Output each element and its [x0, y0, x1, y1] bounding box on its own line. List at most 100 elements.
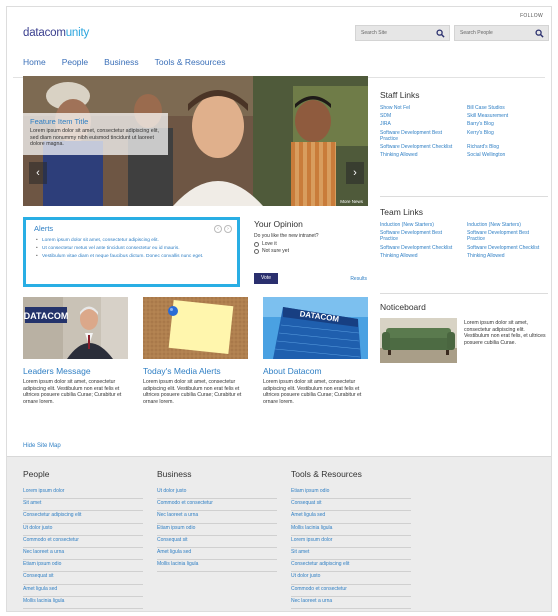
hero-caption: Feature Item Title Lorem ipsum dolor sit… — [23, 113, 168, 155]
search-icon[interactable] — [535, 29, 544, 38]
footer-link[interactable]: Mollis lacinia ligula — [157, 560, 277, 573]
footer-tools: Tools & Resources Etiam ipsum odio Conseq… — [291, 469, 411, 609]
building-photo: DATACOM — [263, 297, 368, 359]
footer-link[interactable]: Lorem ipsum dolor — [23, 487, 143, 500]
poll-option-love[interactable]: Love it — [254, 241, 367, 248]
staff-links-link[interactable]: Kerry's Blog — [467, 130, 548, 142]
alerts-list: Lorem ipsum dolor sit amet, consectetur … — [34, 237, 229, 261]
follow-link[interactable]: FOLLOW — [520, 13, 543, 19]
footer-link[interactable]: Etiam ipsum odio — [157, 524, 277, 536]
nav-home[interactable]: Home — [23, 57, 46, 67]
poll-option-unsure[interactable]: Not sure yet — [254, 248, 367, 255]
staff-links-link[interactable]: Skill Measurement — [467, 113, 548, 119]
hide-site-map-link[interactable]: Hide Site Map — [23, 443, 61, 449]
staff-links-link[interactable]: Show Not Fel — [380, 105, 461, 111]
footer-link[interactable]: Nec laoreet a urna — [157, 511, 277, 524]
staff-links-link[interactable]: Thinking Allowed — [380, 152, 461, 158]
hero-carousel[interactable]: Feature Item Title Lorem ipsum dolor sit… — [23, 76, 368, 206]
chevron-right-icon[interactable]: › — [346, 162, 364, 184]
staff-links-link[interactable]: SDM — [380, 113, 461, 119]
nav-people[interactable]: People — [62, 57, 88, 67]
search-icon[interactable] — [436, 29, 445, 38]
about-datacom-title[interactable]: About Datacom — [263, 366, 373, 376]
staff-links-link[interactable]: Richard's Blog — [467, 144, 548, 150]
logo[interactable]: datacomunity — [23, 27, 89, 39]
footer-link[interactable]: Mollis lacinia ligula — [291, 524, 411, 536]
footer-business: Business Ut dolor justo Commodo et consec… — [157, 469, 277, 573]
footer-link[interactable]: Nec laoreet a urna — [291, 597, 411, 609]
footer-tools-list: Etiam ipsum odio Consequat sit Amet ligula… — [291, 487, 411, 609]
team-links-link[interactable]: Induction (New Starters) — [380, 222, 461, 228]
vote-button[interactable]: Vote — [254, 273, 278, 284]
footer-link[interactable]: Ut dolor justo — [23, 524, 143, 536]
staff-links-grid: Show Not Fel Bill Case Studios SDM Skill Me… — [380, 105, 548, 158]
nav-business[interactable]: Business — [104, 57, 139, 67]
footer-link[interactable]: Commodo et consectetur — [23, 536, 143, 548]
pager-prev-icon[interactable]: ‹ — [214, 225, 222, 233]
footer-link[interactable]: Lorem ipsum dolor — [291, 536, 411, 548]
footer-link[interactable]: Nec laoreet a urna — [23, 548, 143, 561]
footer-link[interactable]: Amet ligula sed — [157, 548, 277, 561]
pager-next-icon[interactable]: › — [224, 225, 232, 233]
search-site-placeholder: Search Site — [361, 30, 387, 36]
footer-link[interactable]: Consequat sit — [291, 499, 411, 512]
footer-link[interactable]: Commodo et consectetur — [157, 499, 277, 512]
logo-main: datacom — [23, 27, 66, 39]
staff-links-link[interactable]: JIRA — [380, 121, 461, 127]
noticeboard-image[interactable] — [380, 318, 457, 363]
search-site-input[interactable]: Search Site — [355, 25, 450, 41]
team-links-link[interactable]: Software Development Checklist — [380, 245, 461, 251]
team-links-link[interactable]: Software Development Best Practice — [380, 230, 461, 242]
footer-link[interactable]: Etiam ipsum odio — [23, 560, 143, 573]
footer-link[interactable]: Sit amet — [23, 499, 143, 512]
team-links-link[interactable]: Thinking Allowed — [380, 253, 461, 259]
team-links: Team Links Induction (New Starters) Induc… — [380, 207, 548, 259]
team-links-link[interactable]: Software Development Best Practice — [467, 230, 548, 242]
footer-link[interactable]: Commodo et consectetur — [291, 585, 411, 597]
footer-link[interactable]: Etiam ipsum odio — [291, 487, 411, 500]
search-people-input[interactable]: Search People — [454, 25, 549, 41]
more-news-link[interactable]: More News — [340, 199, 363, 204]
noticeboard-text: Lorem ipsum dolor sit amet, consectetur … — [464, 320, 546, 346]
leaders-image[interactable]: DATACOM — [23, 297, 128, 359]
footer-link[interactable]: Sit amet — [291, 548, 411, 561]
footer-link[interactable]: Consectetur adipiscing elit — [291, 560, 411, 573]
alert-item[interactable]: Lorem ipsum dolor sit amet, consectetur … — [34, 237, 229, 245]
staff-links-link[interactable]: Software Development Best Practice — [380, 130, 461, 142]
hero-title[interactable]: Feature Item Title — [30, 117, 161, 126]
poll-question: Do you like the new intranet? — [254, 233, 319, 239]
footer-link[interactable]: Consequat sit — [23, 572, 143, 585]
footer-link[interactable]: Mollis lacinia ligula — [23, 597, 143, 609]
footer-link[interactable]: Amet ligula sed — [23, 585, 143, 597]
staff-links-link[interactable]: Bill Case Studios — [467, 105, 548, 111]
footer-link[interactable]: Consectetur adipiscing elit — [23, 511, 143, 524]
staff-links-link[interactable]: Barry's Blog — [467, 121, 548, 127]
footer-link[interactable]: Ut dolor justo — [157, 487, 277, 500]
media-alerts-title[interactable]: Today's Media Alerts — [143, 366, 253, 376]
alert-item[interactable]: Ut consectetur metus vel ante tincidunt … — [34, 245, 229, 253]
team-links-link[interactable]: Software Development Checklist — [467, 245, 548, 251]
results-link[interactable]: Results — [350, 276, 367, 282]
radio-button[interactable] — [254, 249, 259, 254]
staff-links-link[interactable]: Software Development Checklist — [380, 144, 461, 150]
nav-tools[interactable]: Tools & Resources — [155, 57, 226, 67]
footer-people-title: People — [23, 469, 50, 479]
media-alerts-image[interactable] — [143, 297, 248, 359]
footer-business-title: Business — [157, 469, 192, 479]
leaders-message-title[interactable]: Leaders Message — [23, 366, 133, 376]
logo-accent: unity — [65, 27, 90, 39]
alert-item[interactable]: Vestibulum vitae diam et neque faucibus … — [34, 253, 229, 261]
team-links-link[interactable]: Thinking Allowed — [467, 253, 548, 259]
leaders-message-card: DATACOM Leaders Message Lorem ipsum dolo… — [23, 297, 133, 405]
datacom-sign: DATACOM — [24, 311, 69, 321]
site-map-footer: People Lorem ipsum dolor Sit amet Consecte… — [7, 456, 551, 611]
chevron-left-icon[interactable]: ‹ — [29, 162, 47, 184]
staff-links-title: Staff Links — [380, 90, 420, 100]
staff-links-link[interactable]: Social Wellington — [467, 152, 548, 158]
team-links-link[interactable]: Induction (New Starters) — [467, 222, 548, 228]
footer-link[interactable]: Amet ligula sed — [291, 511, 411, 524]
radio-button[interactable] — [254, 242, 259, 247]
footer-link[interactable]: Consequat sit — [157, 536, 277, 548]
footer-link[interactable]: Ut dolor justo — [291, 572, 411, 585]
about-datacom-image[interactable]: DATACOM — [263, 297, 368, 359]
